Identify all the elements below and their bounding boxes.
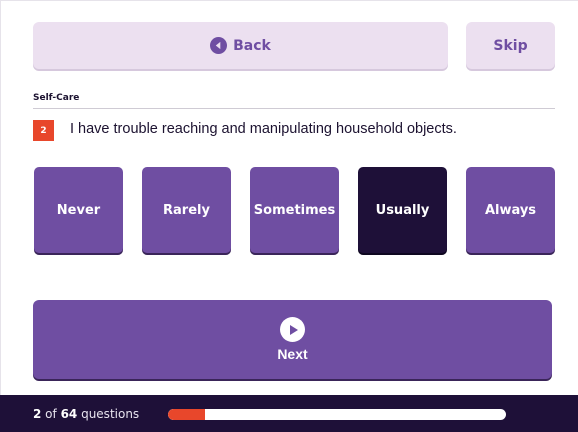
progress-bar-fill xyxy=(168,409,206,420)
question-text: I have trouble reaching and manipulating… xyxy=(70,121,457,137)
question-number-badge: 2 xyxy=(33,120,54,141)
option-label: Rarely xyxy=(163,202,210,218)
next-button[interactable]: Next xyxy=(33,300,552,379)
progress-total: 64 xyxy=(60,407,78,421)
progress-suffix: questions xyxy=(77,407,140,421)
progress-bar xyxy=(168,409,506,420)
progress-separator: of xyxy=(41,407,61,421)
option-rarely[interactable]: Rarely xyxy=(142,167,231,253)
play-icon xyxy=(280,317,305,342)
skip-button-label: Skip xyxy=(493,37,528,54)
option-label: Sometimes xyxy=(253,202,336,218)
skip-button[interactable]: Skip xyxy=(466,22,555,69)
section-divider xyxy=(33,108,555,109)
back-button-label: Back xyxy=(233,37,271,54)
option-label: Always xyxy=(484,202,537,218)
option-label: Usually xyxy=(375,202,430,218)
progress-footer: 2 of 64 questions xyxy=(0,395,578,432)
option-sometimes[interactable]: Sometimes xyxy=(250,167,339,253)
option-label: Never xyxy=(56,202,101,218)
option-never[interactable]: Never xyxy=(34,167,123,253)
progress-count: 2 of 64 questions xyxy=(33,407,139,421)
back-arrow-icon xyxy=(210,37,228,54)
section-title: Self-Care xyxy=(33,93,80,103)
option-usually[interactable]: Usually xyxy=(358,167,447,253)
option-always[interactable]: Always xyxy=(466,167,555,253)
back-button[interactable]: Back xyxy=(33,22,448,69)
next-button-label: Next xyxy=(277,346,308,362)
